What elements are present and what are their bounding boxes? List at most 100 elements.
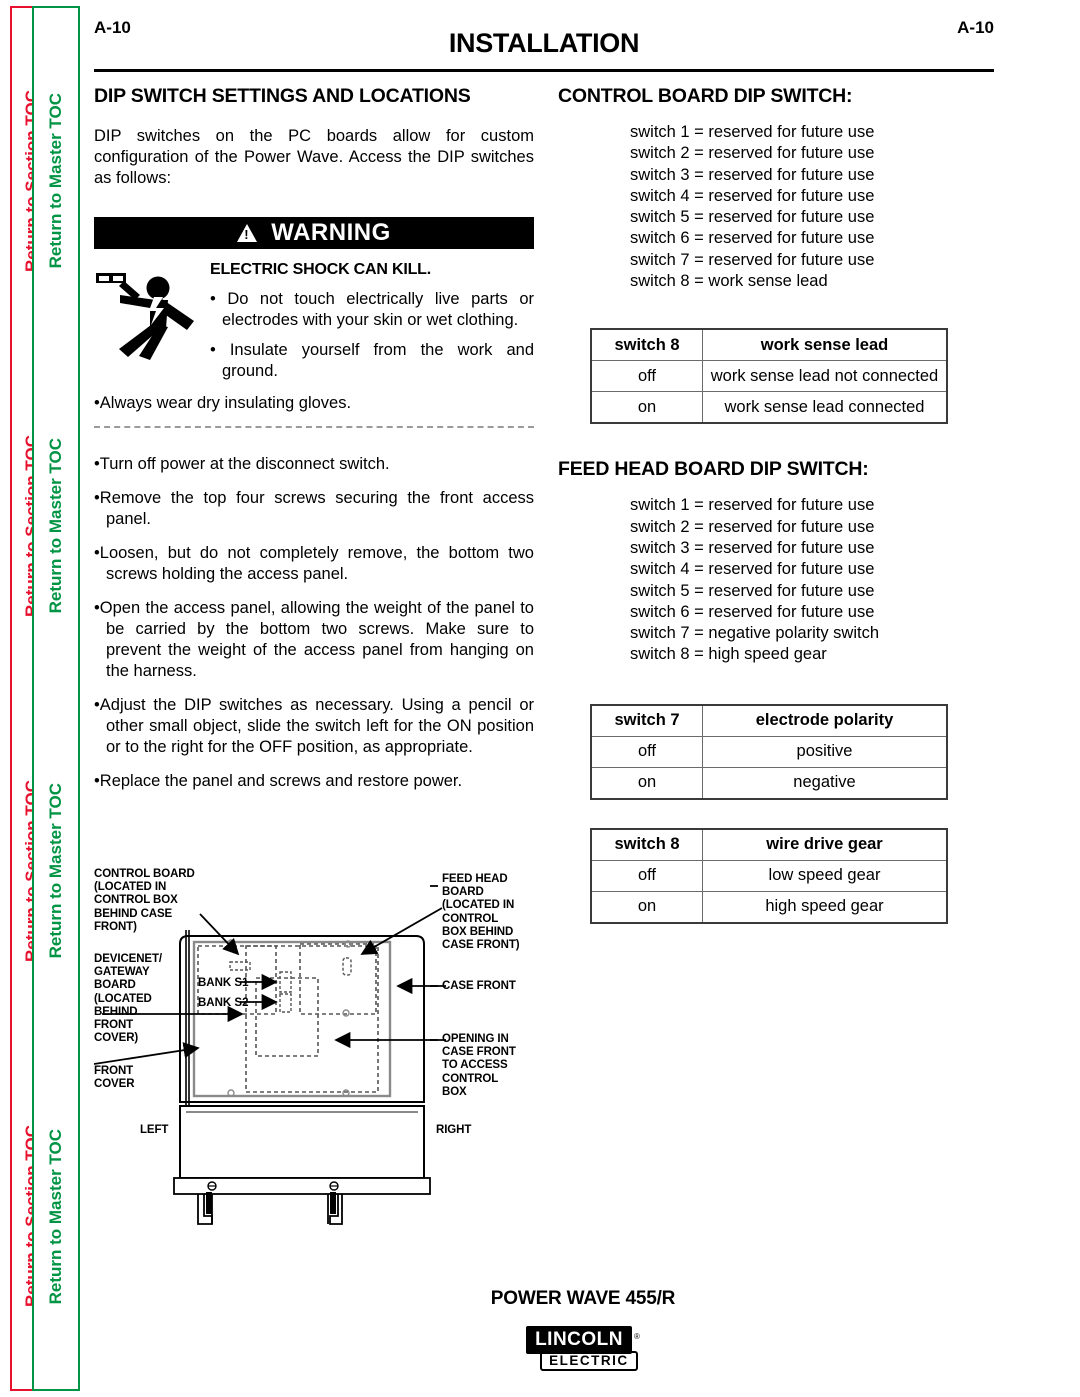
table-header-row: switch 7 electrode polarity	[590, 704, 948, 737]
list-item: switch 5 = reserved for future use	[630, 208, 875, 227]
warning-text-block: ELECTRIC SHOCK CAN KILL. Do not touch el…	[206, 261, 534, 391]
left-column: DIP SWITCH SETTINGS AND LOCATIONS DIP sw…	[94, 85, 534, 805]
list-item: Insulate yourself from the work and grou…	[210, 340, 534, 382]
table-header-cell: switch 8	[590, 328, 703, 362]
registered-trademark-icon: ®	[634, 1331, 640, 1341]
label-right: RIGHT	[436, 1124, 472, 1136]
list-item: switch 1 = reserved for future use	[630, 496, 875, 515]
bank-s2-label: BANK S2	[198, 997, 248, 1009]
dip-switch-settings-heading: DIP SWITCH SETTINGS AND LOCATIONS	[94, 85, 471, 107]
electrode-polarity-table: switch 7 electrode polarity off positive…	[590, 703, 948, 800]
table-cell: on	[590, 890, 703, 924]
master-toc-label: Return to Master TOC	[46, 1128, 65, 1305]
header-divider	[94, 69, 994, 72]
list-item: switch 3 = reserved for future use	[630, 538, 875, 557]
control-board-heading: CONTROL BOARD DIP SWITCH:	[558, 85, 853, 107]
list-item: switch 6 = reserved for future use	[630, 602, 875, 621]
warning-bottom-divider	[94, 426, 534, 428]
toc-sidebar: Return to Section TOC Return to Section …	[0, 0, 86, 1397]
sidebar-item-master-toc[interactable]: Return to Master TOC	[34, 1044, 78, 1389]
table-header-cell: switch 7	[590, 704, 703, 737]
warning-content: ELECTRIC SHOCK CAN KILL. Do not touch el…	[94, 261, 534, 391]
list-item: switch 7 = negative polarity switch	[630, 624, 879, 643]
table-cell: off	[590, 735, 703, 768]
list-item: switch 8 = high speed gear	[630, 645, 827, 664]
table-row: off low speed gear	[590, 859, 948, 892]
product-model-label: POWER WAVE 455/R	[490, 1288, 676, 1309]
sidebar-item-master-toc[interactable]: Return to Master TOC	[34, 353, 78, 698]
label-case-front: CASE FRONT	[442, 980, 516, 992]
work-sense-lead-table: switch 8 work sense lead off work sense …	[590, 328, 948, 425]
table-row: on negative	[590, 766, 948, 800]
label-left: LEFT	[140, 1124, 169, 1136]
list-item: switch 4 = reserved for future use	[630, 186, 875, 205]
list-item: switch 5 = reserved for future use	[630, 581, 875, 600]
list-item: Turn off power at the disconnect switch.	[94, 454, 534, 475]
table-cell: low speed gear	[702, 859, 948, 892]
right-column: CONTROL BOARD DIP SWITCH: switch 1 = res…	[558, 85, 978, 924]
table-row: on high speed gear	[590, 890, 948, 924]
table-cell: negative	[702, 766, 948, 800]
list-item: switch 1 = reserved for future use	[630, 123, 875, 141]
list-item: switch 8 = work sense lead	[630, 272, 828, 291]
list-item: Remove the top four screws securing the …	[94, 488, 534, 530]
feed-head-board-heading: FEED HEAD BOARD DIP SWITCH:	[558, 458, 869, 481]
list-item: switch 7 = reserved for future use	[630, 250, 875, 269]
list-item: switch 3 = reserved for future use	[630, 165, 875, 184]
warning-bullet-list: Do not touch electrically live parts or …	[210, 289, 534, 382]
table-header-row: switch 8 work sense lead	[590, 328, 948, 362]
wire-drive-gear-table: switch 8 wire drive gear off low speed g…	[590, 827, 948, 924]
list-item: Do not touch electrically live parts or …	[210, 289, 534, 331]
intro-paragraph: DIP switches on the PC boards allow for …	[94, 127, 534, 187]
page-header: A-10 INSTALLATION A-10	[94, 14, 994, 72]
table-row: on work sense lead connected	[590, 391, 948, 424]
table-cell: positive	[702, 735, 948, 768]
table-row: off work sense lead not connected	[590, 360, 948, 393]
feed-head-switch-list: switch 1 = reserved for future use switc…	[630, 495, 978, 665]
page-number-left: A-10	[94, 18, 131, 37]
master-toc-column[interactable]: Return to Master TOC Return to Master TO…	[32, 6, 80, 1391]
table-header-cell: switch 8	[590, 828, 703, 861]
list-item: switch 2 = reserved for future use	[630, 144, 875, 163]
lincoln-electric-logo: LINCOLN ® ELECTRIC	[526, 1326, 640, 1371]
warning-box: WARNING	[94, 217, 534, 428]
page-footer: POWER WAVE 455/R LINCOLN ® ELECTRIC	[86, 1288, 1080, 1371]
list-item: switch 6 = reserved for future use	[630, 229, 875, 248]
table-cell: work sense lead connected	[702, 391, 948, 424]
warning-full-width-bullet: Always wear dry insulating gloves.	[94, 393, 534, 414]
table-header-cell: work sense lead	[702, 328, 948, 362]
table-cell: off	[590, 859, 703, 892]
master-toc-label: Return to Master TOC	[46, 783, 65, 959]
instruction-steps-list: Turn off power at the disconnect switch.…	[94, 454, 534, 792]
list-item: Adjust the DIP switches as necessary. Us…	[94, 695, 534, 758]
label-control-board: CONTROL BOARD (LOCATED IN CONTROL BOX BE…	[94, 868, 195, 933]
warning-triangle-icon	[237, 224, 258, 242]
control-board-switch-list: switch 1 = reserved for future use switc…	[630, 122, 978, 292]
list-item: switch 2 = reserved for future use	[630, 517, 875, 536]
electric-shock-figure-icon	[94, 261, 206, 391]
master-toc-label: Return to Master TOC	[46, 92, 65, 269]
machine-location-diagram: BANK S1 BANK S2 CONTROL BOARD (LOCATED I…	[94, 868, 594, 1268]
label-front-cover: FRONT COVER	[94, 1065, 135, 1091]
bank-s1-label: BANK S1	[198, 977, 249, 989]
table-row: off positive	[590, 735, 948, 768]
logo-lincoln-text: LINCOLN	[526, 1326, 633, 1354]
table-header-cell: electrode polarity	[702, 704, 948, 737]
table-header-cell: wire drive gear	[702, 828, 948, 861]
warning-heading: ELECTRIC SHOCK CAN KILL.	[210, 261, 431, 278]
table-cell: work sense lead not connected	[702, 360, 948, 393]
sidebar-item-master-toc[interactable]: Return to Master TOC	[34, 699, 78, 1044]
table-cell: on	[590, 766, 703, 800]
page-content: A-10 INSTALLATION A-10 DIP SWITCH SETTIN…	[86, 0, 1080, 1397]
list-item: Replace the panel and screws and restore…	[94, 771, 534, 792]
label-devicenet-board: DEVICENET/ GATEWAY BOARD (LOCATED BEHIND…	[94, 953, 163, 1045]
page-number-right: A-10	[957, 18, 994, 37]
master-toc-label: Return to Master TOC	[46, 438, 65, 614]
list-item: Open the access panel, allowing the weig…	[94, 598, 534, 682]
table-cell: on	[590, 391, 703, 424]
table-cell: off	[590, 360, 703, 393]
warning-banner: WARNING	[94, 217, 534, 249]
logo-electric-text: ELECTRIC	[540, 1351, 638, 1371]
sidebar-item-master-toc[interactable]: Return to Master TOC	[34, 8, 78, 353]
label-feed-head-board: FEED HEAD BOARD (LOCATED IN CONTROL BOX …	[442, 873, 520, 952]
